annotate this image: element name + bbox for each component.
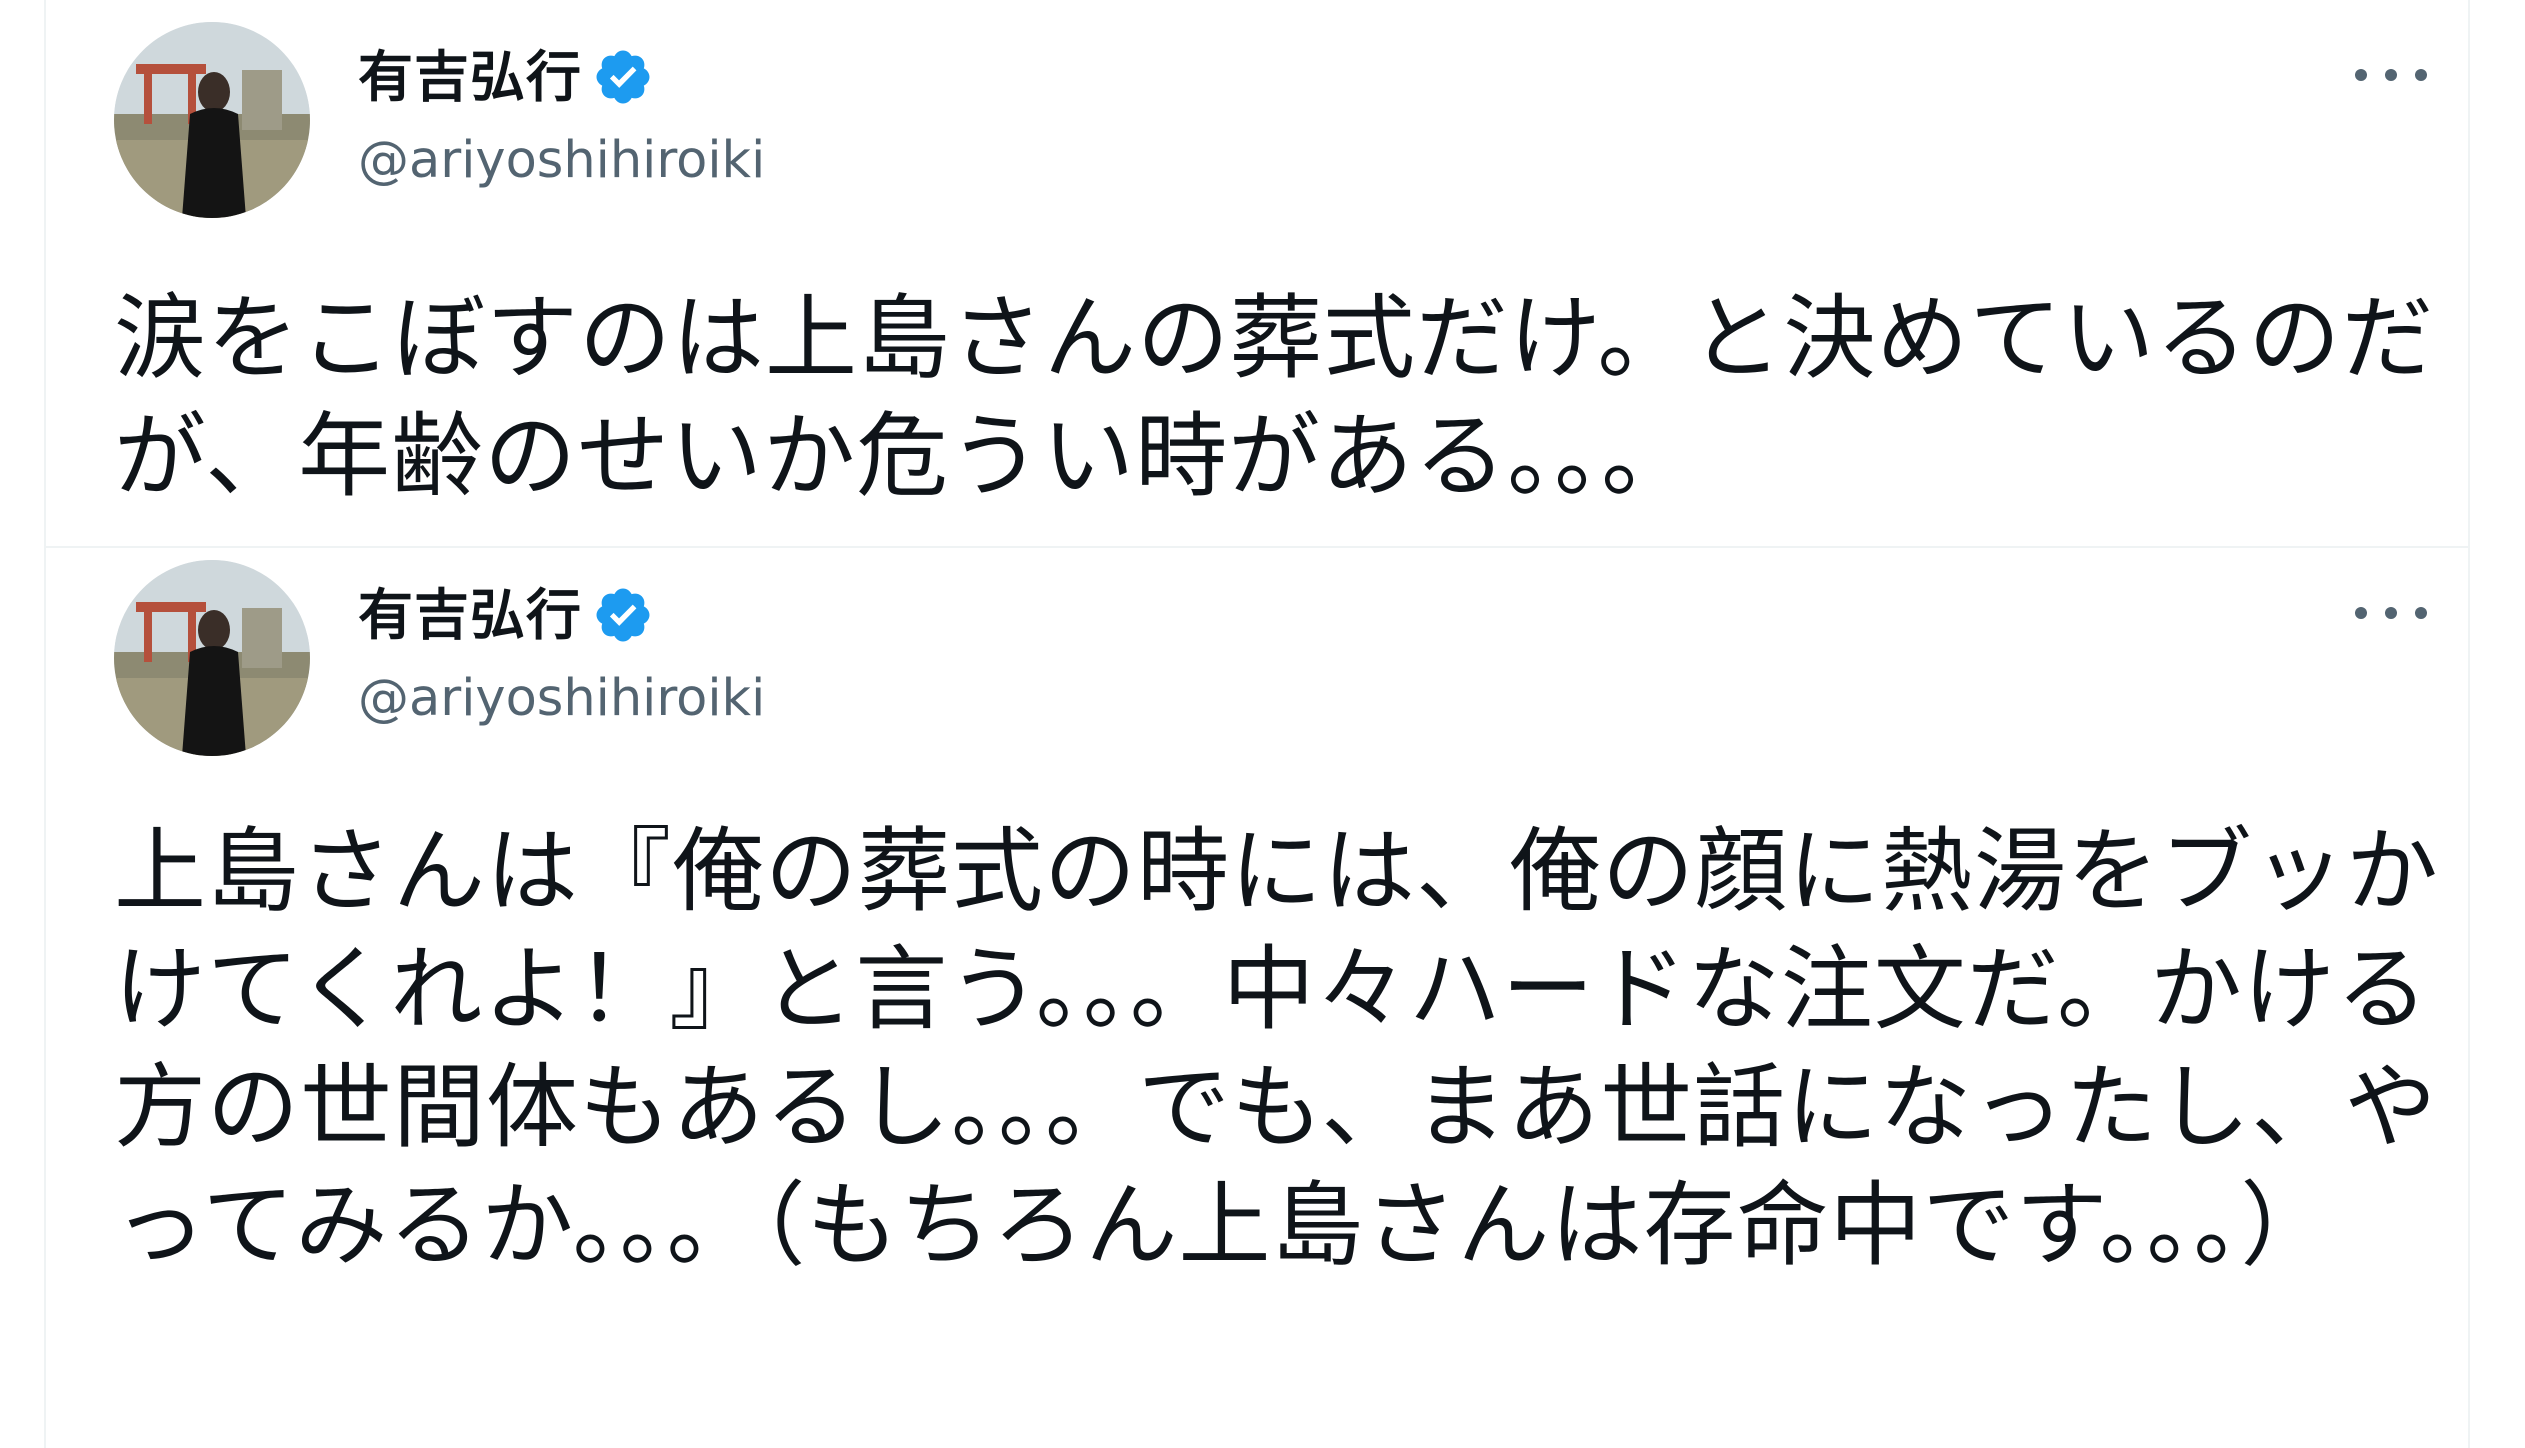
profile-photo-icon[interactable] [114,22,310,218]
user-handle[interactable]: @ariyoshihiroiki [358,668,765,730]
tweet-thread-screenshot: 有吉弘行 @ariyoshihiroiki 涙をこぼすのは上島さんの葬式だけ。と… [0,0,2525,1448]
timeline-right-border [2468,0,2470,1448]
display-name[interactable]: 有吉弘行 [358,582,582,648]
tweet-author[interactable]: 有吉弘行 [358,44,654,110]
verified-badge-icon [596,50,650,104]
tweet-text: 上島さんは『俺の葬式の時には、俺の顔に熱湯をブッかけてくれよ！』と言う。。。中々… [114,818,2440,1279]
more-options-icon[interactable] [2346,598,2436,628]
tweet-card[interactable]: 有吉弘行 @ariyoshihiroiki 涙をこぼすのは上島さんの葬式だけ。と… [46,0,2468,548]
display-name[interactable]: 有吉弘行 [358,44,582,110]
user-handle[interactable]: @ariyoshihiroiki [358,130,765,192]
tweet-author[interactable]: 有吉弘行 [358,582,654,648]
tweet-text: 涙をこぼすのは上島さんの葬式だけ。と決めているのだが、年齢のせいか危うい時がある… [114,285,2435,510]
profile-photo-icon[interactable] [114,560,310,756]
more-options-icon[interactable] [2346,60,2436,90]
verified-badge-icon [596,588,650,642]
tweet-card[interactable]: 有吉弘行 @ariyoshihiroiki 上島さんは『俺の葬式の時には、俺の顔… [46,548,2468,1448]
